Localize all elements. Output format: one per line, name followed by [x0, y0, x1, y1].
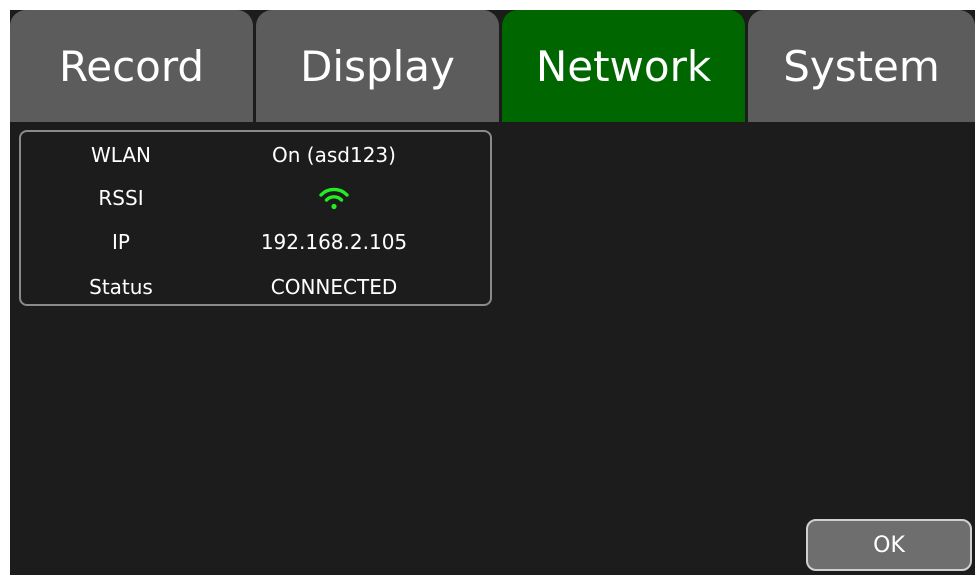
ip-label: IP: [112, 230, 130, 254]
tab-display[interactable]: Display: [256, 10, 499, 122]
ok-button[interactable]: OK: [806, 519, 972, 571]
wlan-label: WLAN: [90, 143, 152, 167]
rssi-label: RSSI: [98, 186, 144, 210]
wlan-value: On (asd123): [272, 143, 396, 167]
wifi-signal-icon: [319, 187, 349, 210]
ip-value: 192.168.2.105: [260, 230, 408, 254]
tab-network[interactable]: Network: [502, 10, 745, 122]
tab-bar: Record Display Network System: [10, 10, 975, 122]
ip-row: IP 192.168.2.105: [21, 227, 490, 257]
tab-record[interactable]: Record: [10, 10, 253, 122]
status-row: Status CONNECTED: [21, 272, 490, 302]
wlan-row: WLAN On (asd123): [21, 140, 490, 170]
status-value: CONNECTED: [270, 275, 398, 299]
tab-system[interactable]: System: [748, 10, 975, 122]
rssi-row: RSSI: [21, 183, 490, 213]
status-label: Status: [89, 275, 153, 299]
network-info-panel: WLAN On (asd123) RSSI IP 192.168.2.105 S…: [19, 130, 492, 306]
screen: Record Display Network System WLAN On (a…: [10, 10, 975, 575]
